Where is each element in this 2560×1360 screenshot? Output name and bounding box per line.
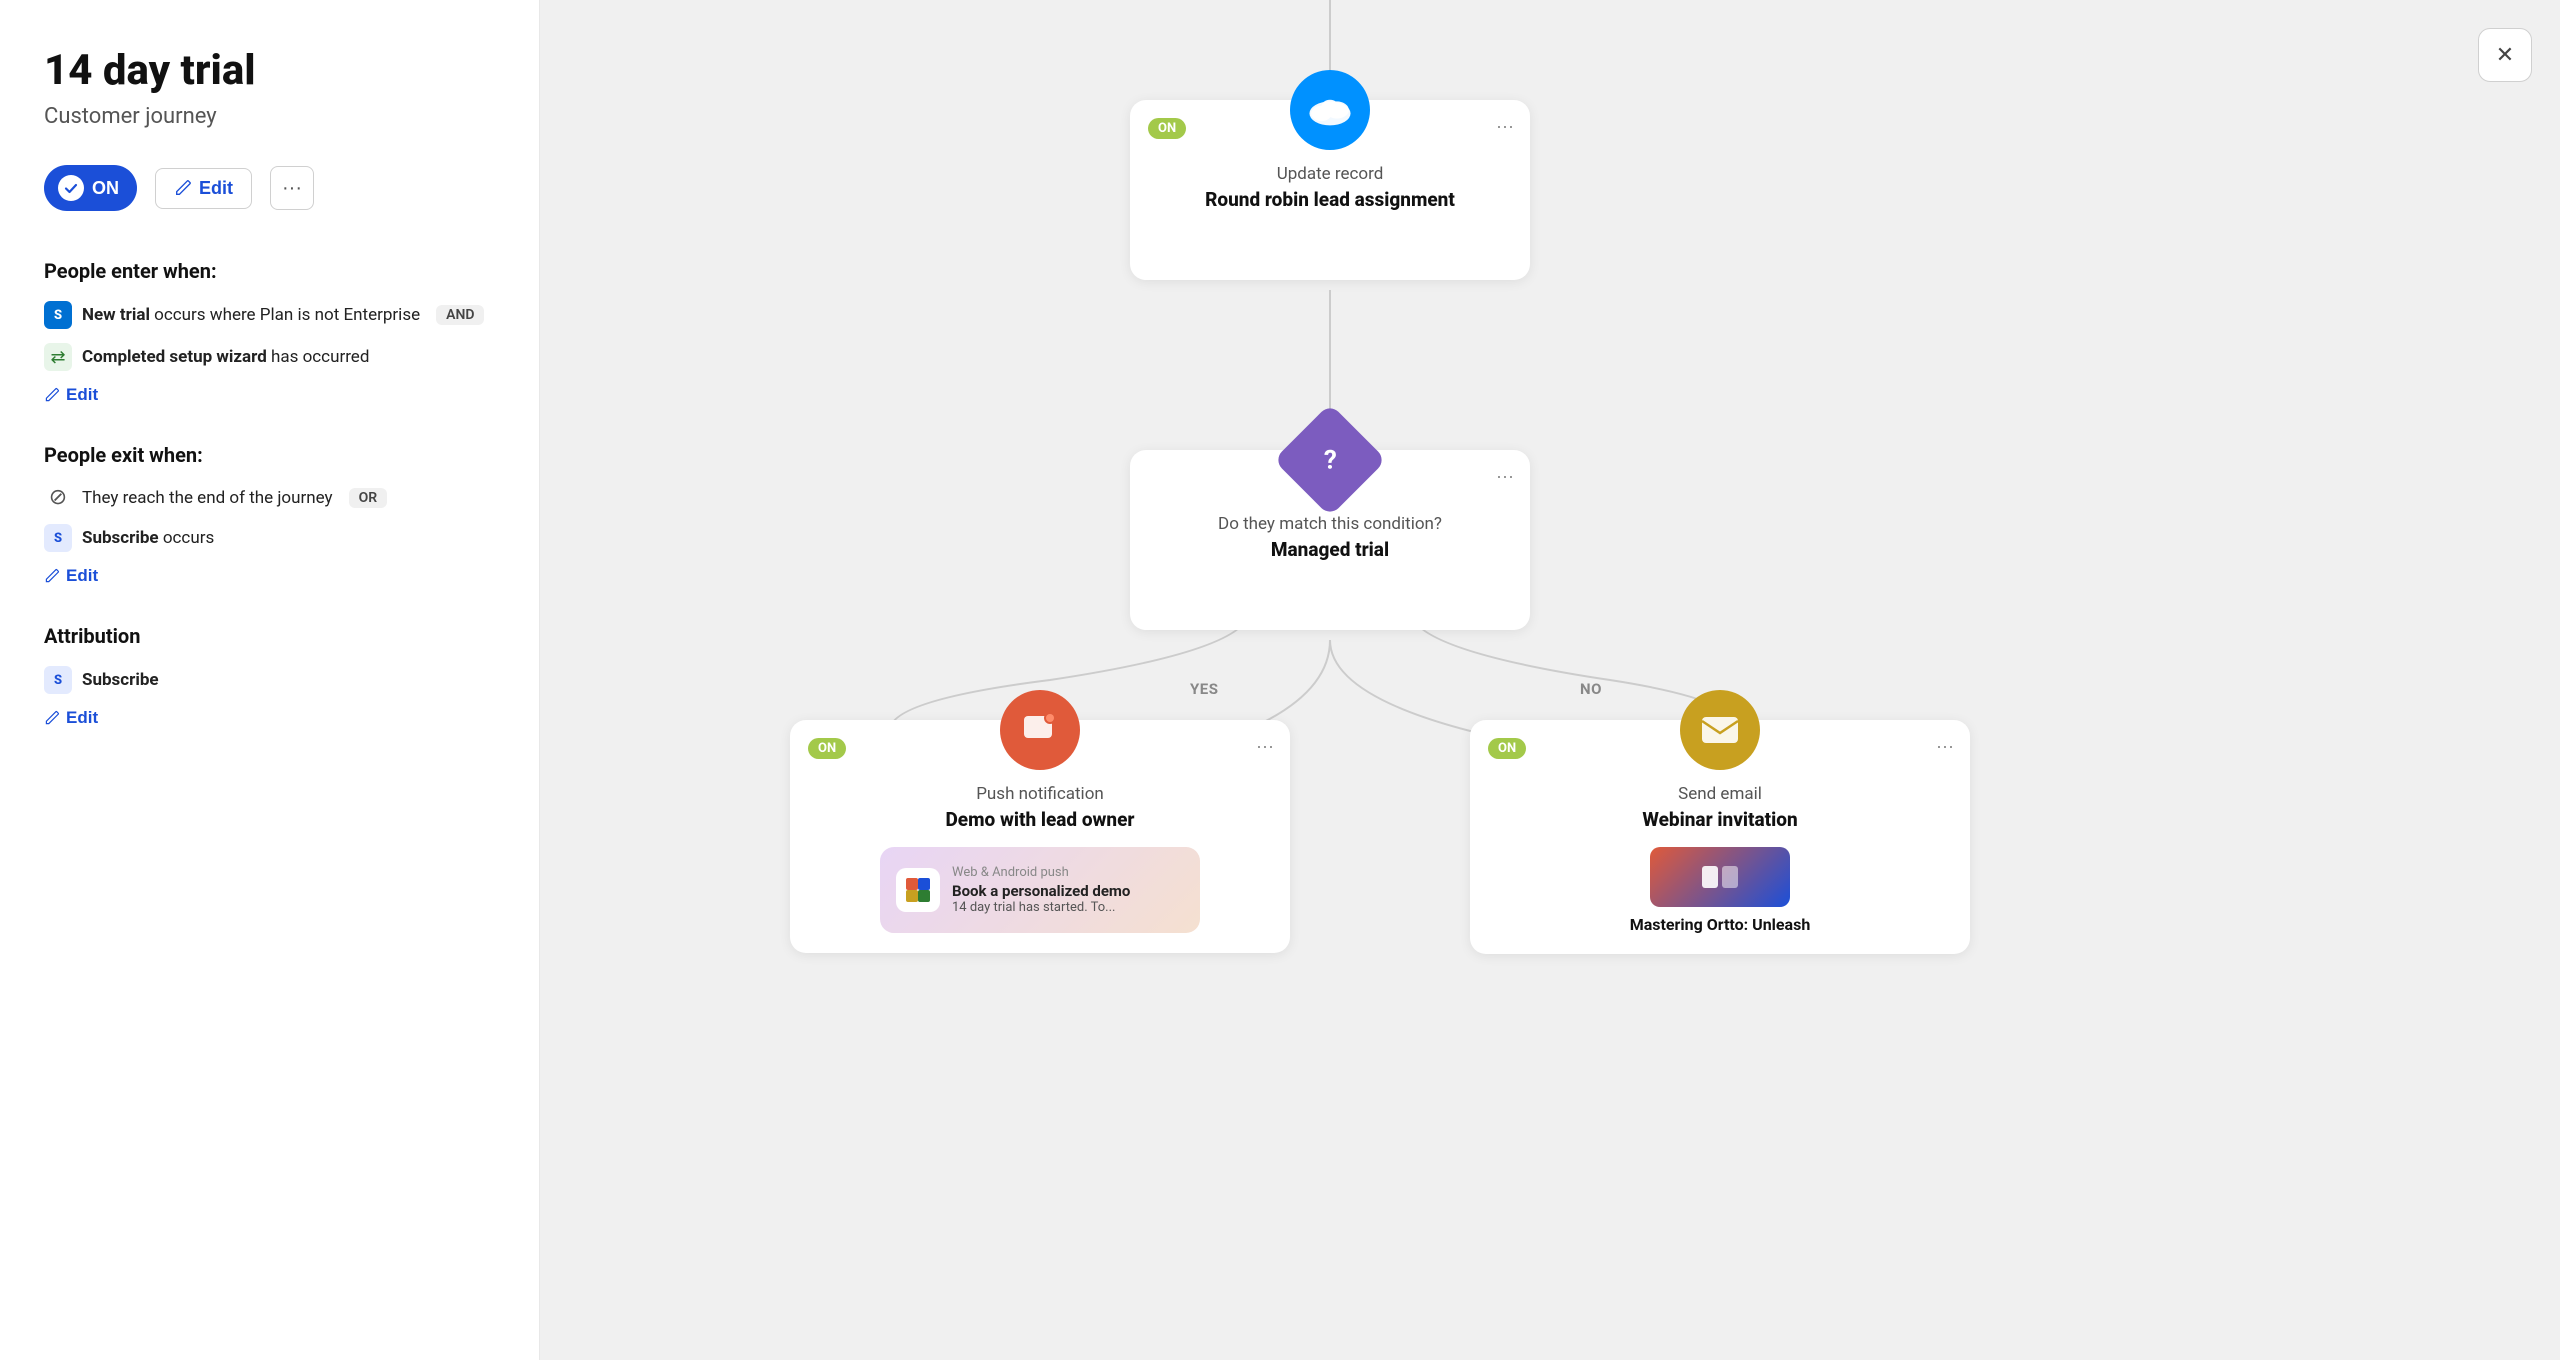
webinar-icon-row: [1650, 847, 1790, 907]
enter-edit-label: Edit: [66, 385, 98, 405]
push-on-badge: ON: [808, 738, 846, 759]
attribution-edit-label: Edit: [66, 708, 98, 728]
condition-action-label: Do they match this condition?: [1218, 514, 1442, 534]
push-notification-icon: [1000, 690, 1080, 770]
attribution-title: Attribution: [44, 624, 495, 648]
left-panel: 14 day trial Customer journey ON Edit ··…: [0, 0, 540, 1360]
webinar-gradient-block: [1650, 847, 1790, 907]
flow-connectors: [540, 0, 2560, 1360]
salesforce-icon-1: S: [44, 301, 72, 329]
attribution-edit-button[interactable]: Edit: [44, 708, 98, 728]
push-more-button[interactable]: ···: [1256, 736, 1274, 757]
exit-condition-1: ⊘ They reach the end of the journey OR: [44, 485, 495, 510]
preview-title: Book a personalized demo: [952, 882, 1130, 900]
push-svg: [1018, 708, 1062, 752]
attribution-section: Attribution S Subscribe Edit: [44, 624, 495, 728]
preview-sub: 14 day trial has started. To...: [952, 900, 1130, 915]
ban-icon: ⊘: [44, 485, 72, 510]
edit-icon: [174, 179, 192, 197]
journey-title: 14 day trial: [44, 48, 495, 94]
update-on-badge: ON: [1148, 118, 1186, 139]
enter-cond2-text: Completed setup wizard has occurred: [82, 347, 369, 367]
push-action-label: Push notification: [976, 784, 1104, 804]
connector-v1: [1329, 290, 1331, 420]
preview-card-icon: [896, 868, 940, 912]
attribution-icon: S: [44, 666, 72, 694]
push-preview-card: Web & Android push Book a personalized d…: [880, 847, 1200, 933]
webinar-card: Mastering Ortto: Unleash: [1570, 847, 1870, 934]
email-more-dots: ···: [1936, 736, 1954, 756]
edit-label: Edit: [199, 178, 233, 199]
email-title: Webinar invitation: [1642, 808, 1797, 831]
attribution-item-text: Subscribe: [82, 670, 159, 690]
send-email-node[interactable]: ON ··· Send email Webinar invitation: [1470, 720, 1970, 954]
exit-cond1-text: They reach the end of the journey: [82, 488, 333, 508]
more-options-button[interactable]: ···: [270, 166, 314, 210]
update-action-label: Update record: [1277, 164, 1384, 184]
email-more-button[interactable]: ···: [1936, 736, 1954, 757]
preview-card-text: Web & Android push Book a personalized d…: [952, 865, 1130, 915]
on-toggle-button[interactable]: ON: [44, 165, 137, 211]
push-more-dots: ···: [1256, 736, 1274, 756]
or-badge: OR: [349, 488, 388, 508]
update-more-button[interactable]: ···: [1496, 116, 1514, 137]
enter-section-title: People enter when:: [44, 259, 495, 283]
exit-edit-label: Edit: [66, 566, 98, 586]
condition-node[interactable]: ··· ? Do they match this condition? Mana…: [1130, 450, 1530, 630]
enter-condition-2: ⇄ Completed setup wizard has occurred: [44, 343, 495, 371]
no-branch-label: NO: [1580, 680, 1602, 698]
email-on-badge: ON: [1488, 738, 1526, 759]
enter-cond1-text: New trial occurs where Plan is not Enter…: [82, 305, 420, 325]
cloud-svg: [1306, 90, 1354, 130]
subscribe-icon: S: [44, 524, 72, 552]
setup-icon: ⇄: [44, 343, 72, 371]
push-title: Demo with lead owner: [945, 808, 1134, 831]
enter-condition-1: S New trial occurs where Plan is not Ent…: [44, 301, 495, 329]
webinar-title: Mastering Ortto: Unleash: [1630, 915, 1811, 934]
question-mark: ?: [1324, 445, 1337, 475]
send-email-icon: [1680, 690, 1760, 770]
attribution-item: S Subscribe: [44, 666, 495, 694]
update-record-icon: [1290, 70, 1370, 150]
edit-icon-enter: [44, 387, 60, 403]
condition-title: Managed trial: [1271, 538, 1389, 561]
exit-cond2-text: Subscribe occurs: [82, 528, 214, 548]
push-notification-node[interactable]: ON ··· Push notification Demo with lead …: [790, 720, 1290, 953]
condition-diamond-icon: ?: [1273, 403, 1386, 516]
webinar-logo-svg: [1700, 862, 1740, 892]
preview-icon-svg: [904, 876, 932, 904]
yes-connector-svg: [540, 0, 2560, 1360]
exit-edit-button[interactable]: Edit: [44, 566, 98, 586]
exit-condition-2: S Subscribe occurs: [44, 524, 495, 552]
update-title: Round robin lead assignment: [1205, 188, 1455, 211]
enter-section: People enter when: S New trial occurs wh…: [44, 259, 495, 405]
enter-edit-button[interactable]: Edit: [44, 385, 98, 405]
toggle-row: ON Edit ···: [44, 165, 495, 211]
update-more-dots: ···: [1496, 116, 1514, 136]
exit-section: People exit when: ⊘ They reach the end o…: [44, 443, 495, 586]
yes-branch-label: YES: [1190, 680, 1218, 698]
flow-canvas: ✕ ON ··· Update record Round robin lead …: [540, 0, 2560, 1360]
edit-journey-button[interactable]: Edit: [155, 168, 252, 209]
condition-more-button[interactable]: ···: [1496, 466, 1514, 487]
journey-subtitle: Customer journey: [44, 104, 495, 129]
toggle-label: ON: [92, 178, 119, 199]
email-svg: [1698, 711, 1742, 749]
email-action-label: Send email: [1678, 784, 1762, 804]
check-circle-icon: [58, 175, 84, 201]
more-dots: ···: [282, 177, 302, 200]
preview-label: Web & Android push: [952, 865, 1130, 880]
edit-icon-exit: [44, 568, 60, 584]
update-record-node[interactable]: ON ··· Update record Round robin lead as…: [1130, 100, 1530, 280]
exit-section-title: People exit when:: [44, 443, 495, 467]
and-badge: AND: [436, 305, 484, 325]
close-button[interactable]: ✕: [2478, 28, 2532, 82]
close-icon: ✕: [2496, 42, 2514, 68]
condition-more-dots: ···: [1496, 466, 1514, 486]
edit-icon-attribution: [44, 710, 60, 726]
